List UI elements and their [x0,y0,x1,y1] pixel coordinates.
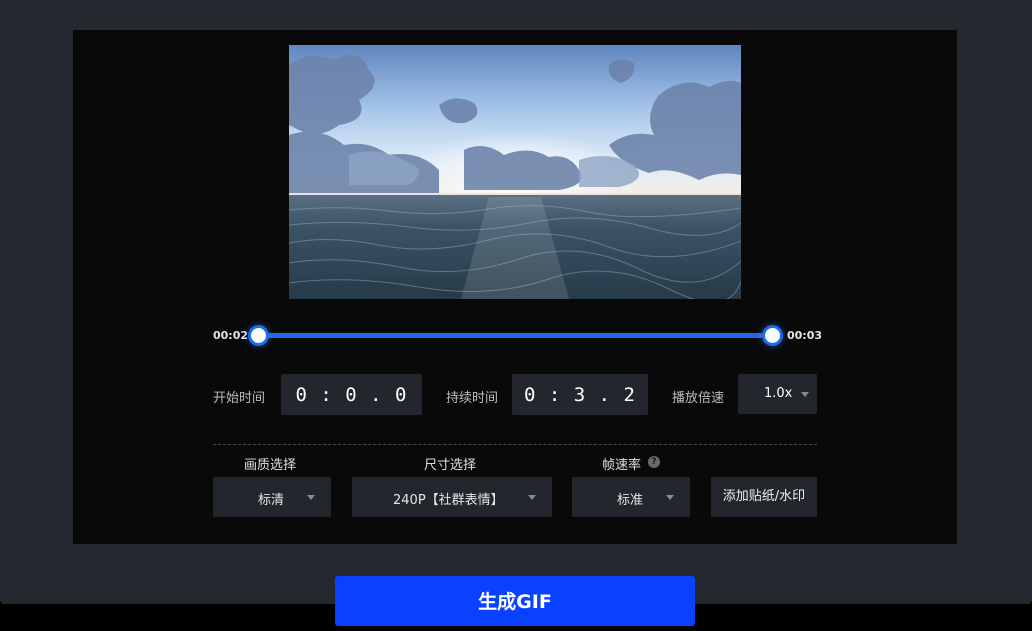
speed-label: 播放倍速 [672,391,725,406]
chevron-down-icon [801,392,809,397]
quality-label: 画质选择 [244,458,297,473]
fps-select[interactable]: 标准 [572,477,690,517]
size-select[interactable]: 240P【社群表情】 [352,477,552,517]
quality-select[interactable]: 标清 [213,477,331,517]
fps-label: 帧速率 [602,458,642,473]
trim-end-time: 00:03 [787,329,823,342]
generate-gif-button[interactable]: 生成GIF [335,576,695,626]
video-preview[interactable] [289,45,741,299]
chevron-down-icon [666,495,674,500]
chevron-down-icon [528,495,536,500]
duration-input[interactable]: 0 : 3 . 2 [512,374,648,415]
quality-value: 标清 [258,493,285,508]
fps-value: 标准 [617,493,644,508]
duration-label: 持续时间 [446,391,499,406]
size-label: 尺寸选择 [424,458,477,473]
speed-value: 1.0x [764,386,793,401]
trim-start-time: 00:02 [213,329,249,342]
trim-slider-track[interactable] [258,333,772,338]
start-time-label: 开始时间 [213,391,266,406]
section-divider [213,444,817,445]
trim-start-handle[interactable] [251,328,266,343]
start-time-input[interactable]: 0 : 0 . 0 [281,374,422,415]
add-sticker-watermark-button[interactable]: 添加贴纸/水印 [711,477,817,517]
speed-select[interactable]: 1.0x [738,374,817,414]
trim-end-handle[interactable] [765,328,780,343]
help-icon[interactable]: ? [648,456,660,468]
size-value: 240P【社群表情】 [393,493,504,508]
video-frame-image [289,45,741,299]
chevron-down-icon [307,495,315,500]
